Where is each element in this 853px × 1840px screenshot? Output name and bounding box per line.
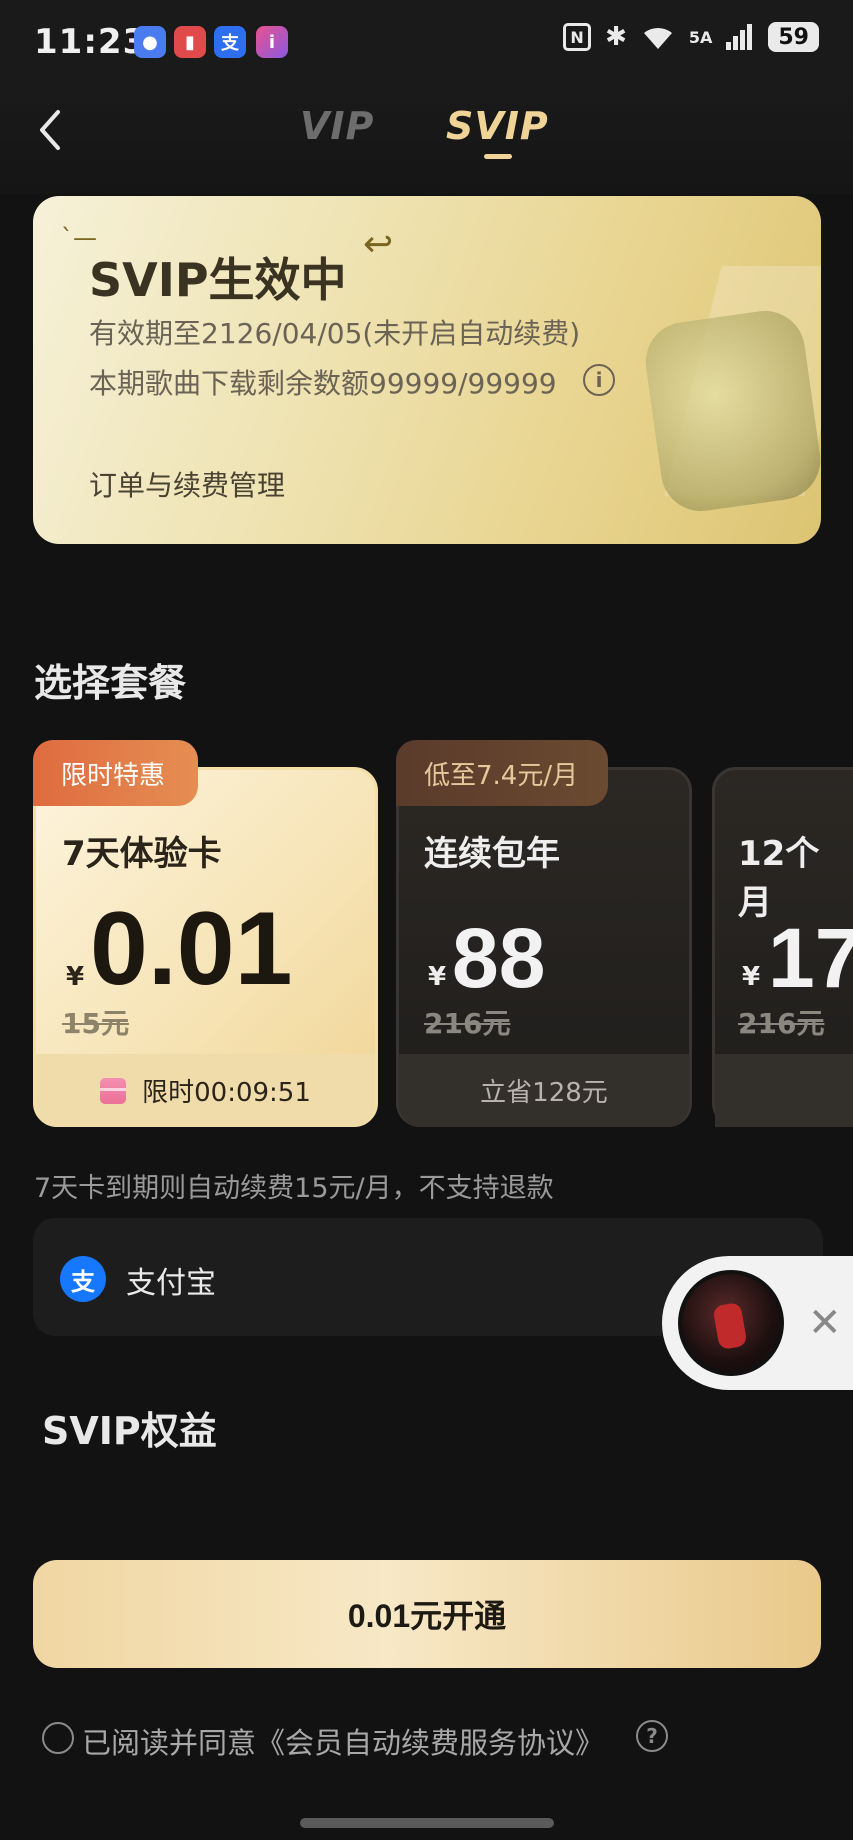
plan-original-price: 15元 — [62, 1007, 129, 1040]
currency-symbol: ¥ — [66, 962, 85, 992]
agreement-text[interactable]: 已阅读并同意《会员自动续费服务协议》 — [82, 1720, 604, 1762]
tab-svip[interactable]: SVIP — [446, 104, 549, 148]
payment-method-label: 支付宝 — [126, 1266, 216, 1301]
close-icon[interactable]: ✕ — [808, 1300, 842, 1346]
plan-name: 连续包年 — [424, 834, 560, 874]
membership-validity: 有效期至2126/04/05(未开启自动续费) — [89, 317, 581, 350]
album-cover-avatar[interactable] — [678, 1270, 784, 1376]
plans-section-title: 选择套餐 — [34, 661, 187, 705]
membership-status-card: ˋ— ↩ SVIP生效中 有效期至2126/04/05(未开启自动续费) 本期歌… — [33, 196, 821, 544]
tab-vip[interactable]: VIP — [300, 104, 374, 148]
currency-symbol: ¥ — [428, 962, 447, 992]
signal-icon — [726, 24, 753, 50]
plan-original-price: 216元 — [738, 1007, 825, 1040]
active-tab-indicator — [484, 154, 512, 159]
agreement-checkbox[interactable] — [42, 1722, 74, 1754]
plan-original-price: 216元 — [424, 1007, 511, 1040]
benefits-section-title: SVIP权益 — [42, 1409, 217, 1453]
plan-countdown: 限时00:09:51 — [36, 1054, 375, 1127]
card-decoration-emblem — [640, 305, 821, 517]
system-icons: N ✱ 5A 59 — [563, 22, 819, 52]
plan-savings: 立省128元 — [399, 1054, 689, 1127]
book-icon: ▮ — [174, 26, 206, 58]
membership-title: SVIP生效中 — [89, 253, 347, 307]
currency-symbol: ¥ — [742, 962, 761, 992]
countdown-text: 限时00:09:51 — [142, 1078, 311, 1108]
plan-price: 0.01 — [90, 891, 293, 1007]
auto-renew-notice: 7天卡到期则自动续费15元/月，不支持退款 — [34, 1173, 554, 1204]
signal-label: 5A — [688, 27, 713, 47]
order-renewal-management-link[interactable]: 订单与续费管理 — [89, 464, 285, 504]
battery-indicator: 59 — [768, 22, 819, 52]
title-swoosh-icon: ↩ — [363, 224, 394, 265]
back-icon[interactable] — [32, 108, 72, 152]
top-header — [0, 84, 853, 194]
nfc-icon: N — [563, 23, 592, 51]
plan-price: 88 — [452, 911, 546, 1005]
info-icon[interactable]: i — [583, 364, 615, 396]
download-quota: 本期歌曲下载剩余数额99999/99999 — [89, 367, 557, 400]
alipay-notification-icon: 支 — [214, 26, 246, 58]
plan-name: 7天体验卡 — [62, 834, 222, 874]
plan-badge-monthly-rate: 低至7.4元/月 — [396, 740, 608, 806]
activate-button[interactable]: 0.01元开通 — [33, 1560, 821, 1668]
gift-icon — [100, 1077, 127, 1104]
alipay-icon: 支 — [60, 1256, 106, 1302]
message-icon: ● — [134, 26, 166, 58]
plan-price: 17 — [768, 911, 853, 1005]
wifi-icon — [643, 27, 672, 49]
status-time: 11:23 — [34, 22, 148, 62]
help-icon[interactable]: ? — [636, 1720, 668, 1752]
plan-badge-limited: 限时特惠 — [33, 740, 198, 806]
bluetooth-icon: ✱ — [605, 22, 627, 52]
app-notification-icon: i — [256, 26, 288, 58]
plan-footer — [715, 1054, 853, 1127]
home-indicator[interactable] — [300, 1818, 554, 1828]
